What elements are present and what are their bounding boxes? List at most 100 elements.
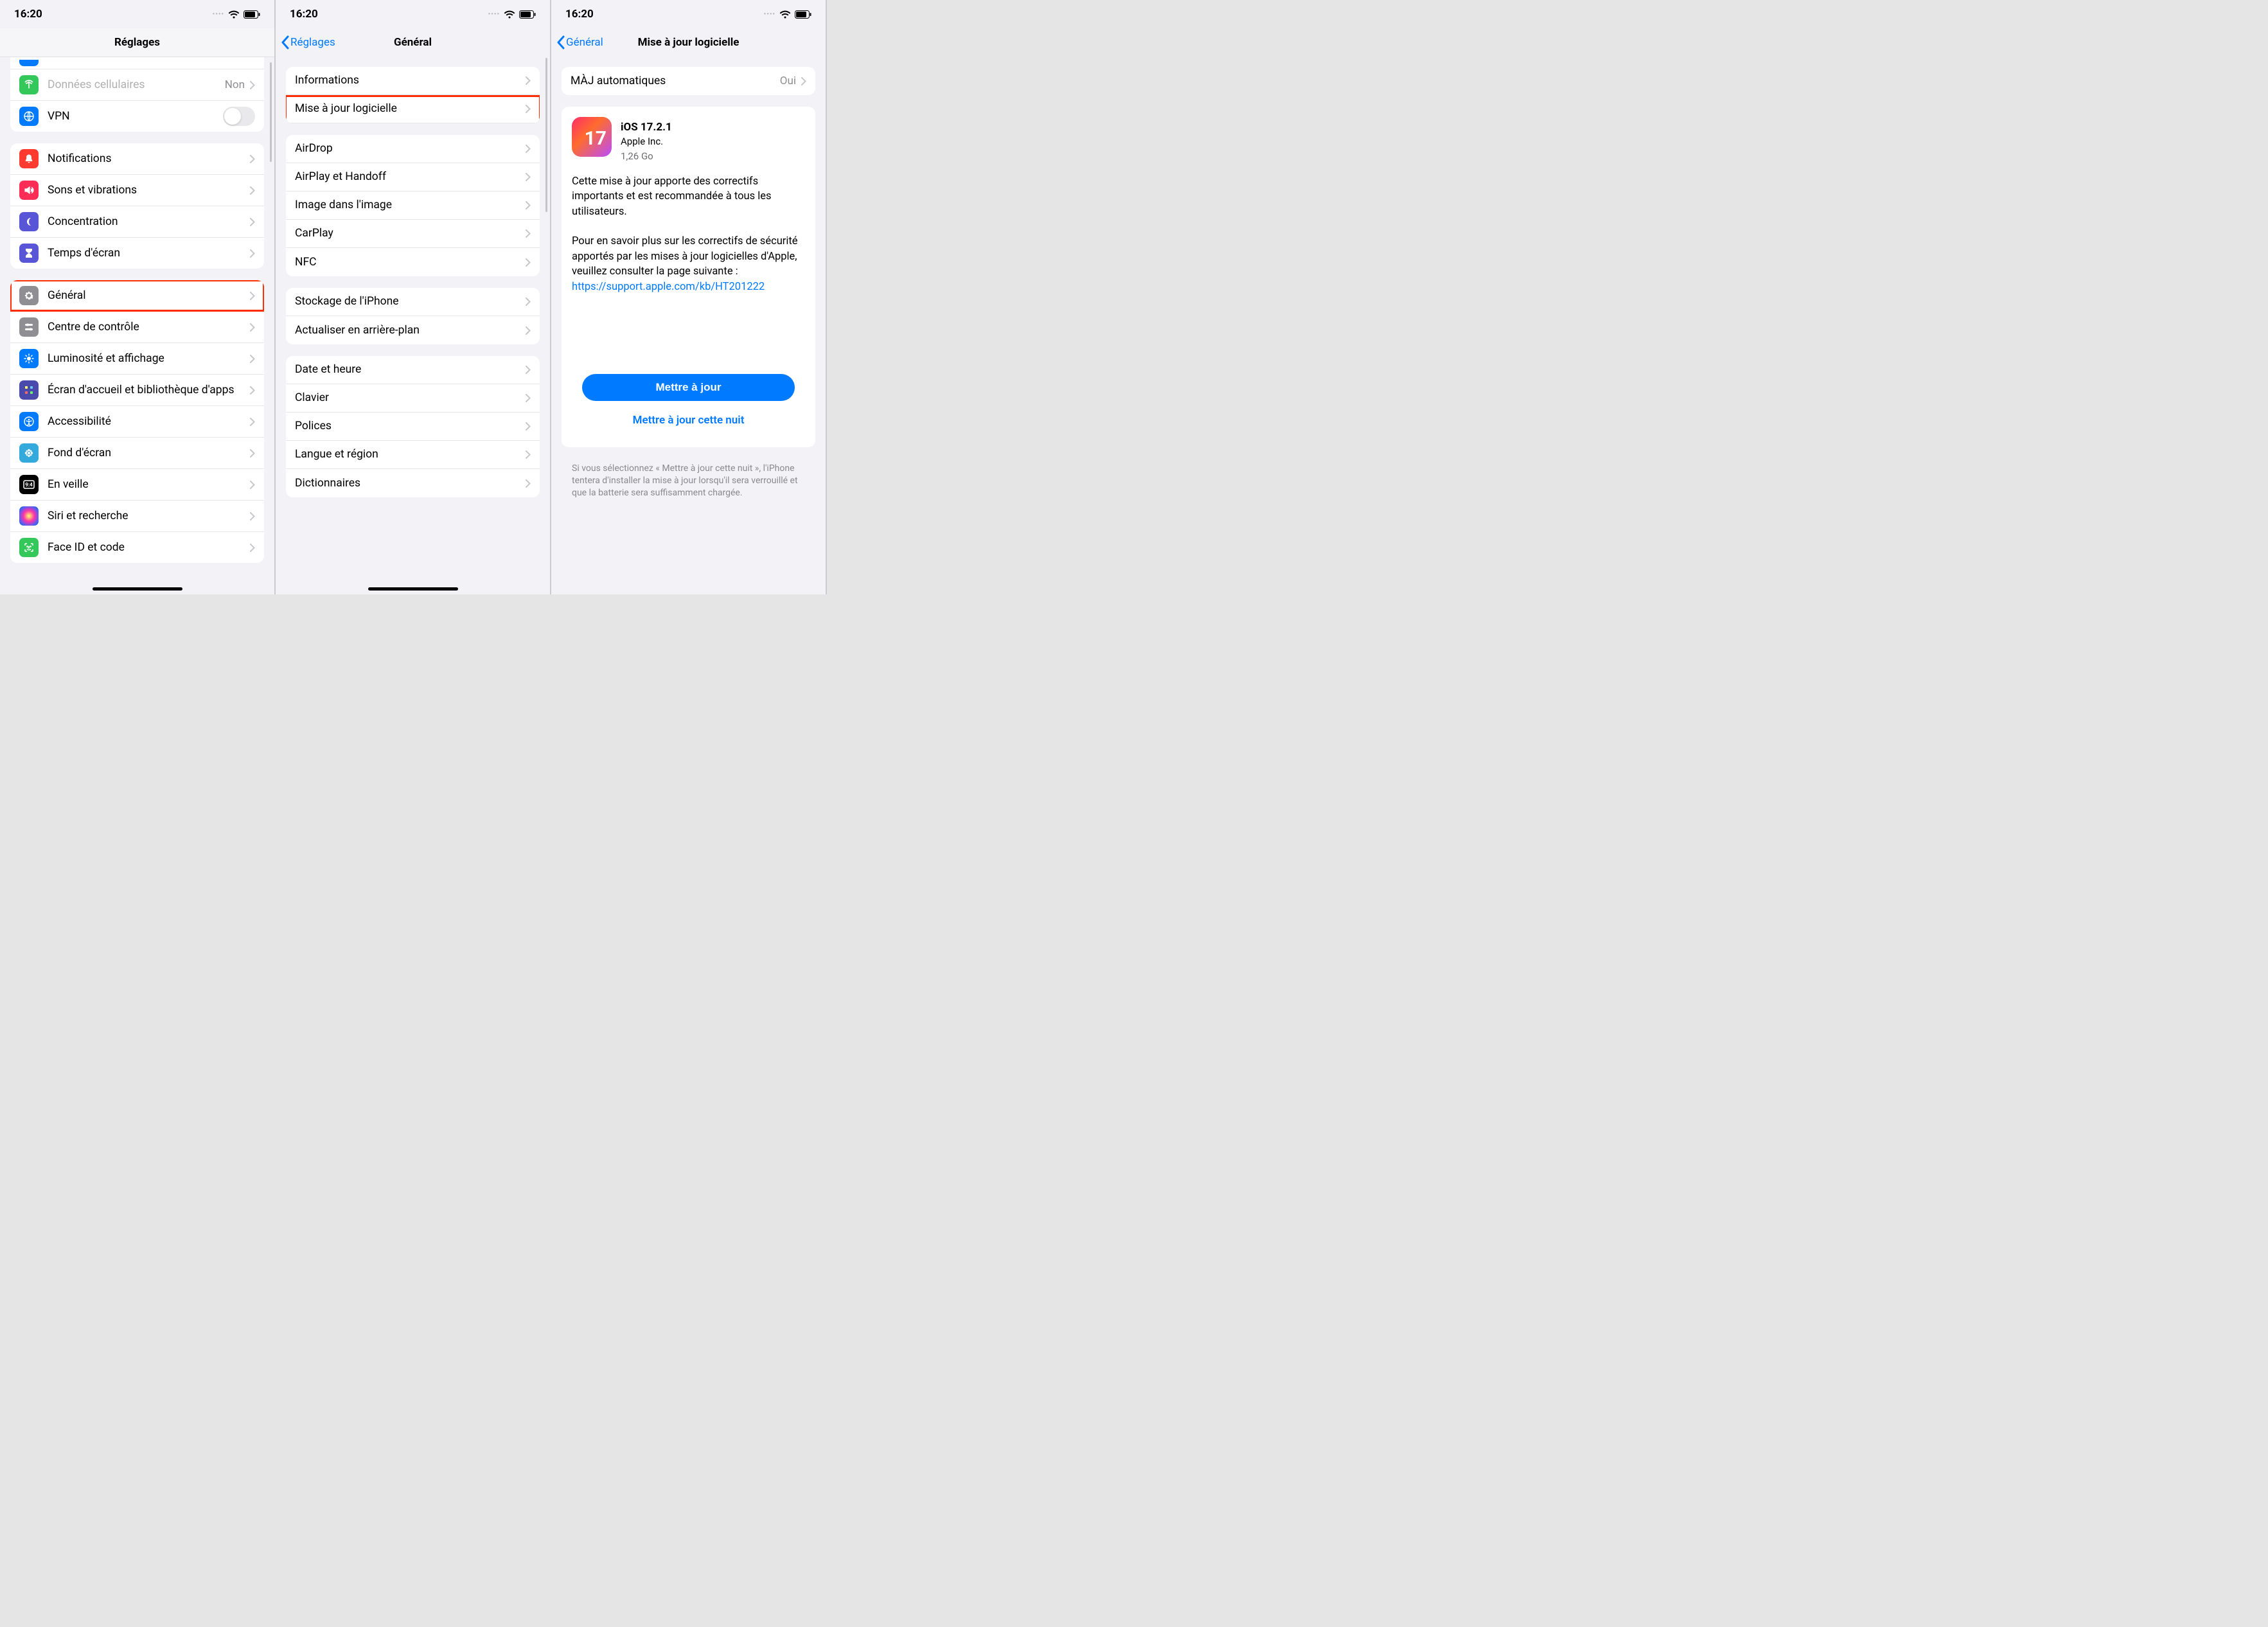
row-keyboard[interactable]: Clavier (286, 384, 540, 413)
chevron-right-icon (250, 292, 255, 300)
row-standby[interactable]: 9:4 En veille (10, 469, 264, 501)
row-home-screen[interactable]: Écran d'accueil et bibliothèque d'apps (10, 375, 264, 406)
apps-grid-icon (19, 380, 39, 400)
scrollbar[interactable] (545, 58, 547, 212)
siri-icon (19, 506, 39, 526)
row-faceid[interactable]: Face ID et code (10, 532, 264, 563)
update-desc-2: Pour en savoir plus sur les correctifs d… (572, 234, 805, 294)
chevron-right-icon (250, 218, 255, 226)
chevron-right-icon (526, 394, 531, 402)
row-label: Mise à jour logicielle (295, 102, 526, 116)
chevron-right-icon (250, 186, 255, 195)
chevron-right-icon (801, 77, 806, 85)
flower-icon (19, 443, 39, 463)
chevron-right-icon (250, 544, 255, 552)
phone-reglages: 16:20 •••• Réglages Données cellulaires … (0, 0, 276, 594)
row-label: Langue et région (295, 448, 526, 461)
vpn-toggle[interactable] (223, 107, 255, 126)
update-desc-1: Cette mise à jour apporte des correctifs… (572, 174, 805, 219)
group-general: Général Centre de contrôle Luminosité et… (10, 280, 264, 563)
back-button[interactable]: Réglages (281, 35, 335, 49)
group-auto-update: MÀJ automatiques Oui (562, 67, 815, 95)
update-now-button[interactable]: Mettre à jour (582, 374, 795, 401)
row-screentime[interactable]: Temps d'écran (10, 238, 264, 269)
row-auto-update[interactable]: MÀJ automatiques Oui (562, 67, 815, 95)
row-label: VPN (48, 110, 223, 123)
chevron-right-icon (526, 173, 531, 181)
row-label: Siri et recherche (48, 510, 250, 523)
row-label: Fond d'écran (48, 447, 250, 460)
update-card: 17 iOS 17.2.1 Apple Inc. 1,26 Go Cette m… (562, 107, 815, 447)
row-label: Centre de contrôle (48, 321, 250, 334)
row-pip[interactable]: Image dans l'image (286, 191, 540, 220)
row-wallpaper[interactable]: Fond d'écran (10, 438, 264, 469)
row-general[interactable]: Général (10, 280, 264, 312)
row-fonts[interactable]: Polices (286, 413, 540, 441)
chevron-right-icon (526, 105, 531, 113)
row-label: Dictionnaires (295, 477, 526, 490)
row-language[interactable]: Langue et région (286, 441, 540, 469)
wifi-icon (779, 10, 791, 19)
row-sounds[interactable]: Sons et vibrations (10, 175, 264, 206)
row-label: Accessibilité (48, 415, 250, 429)
update-tonight-button[interactable]: Mettre à jour cette nuit (572, 406, 805, 434)
back-label: Réglages (290, 36, 335, 49)
sun-icon (19, 349, 39, 368)
group-sharing: AirDrop AirPlay et Handoff Image dans l'… (286, 135, 540, 276)
antenna-icon (19, 75, 39, 94)
row-label: Informations (295, 74, 526, 87)
row-background-refresh[interactable]: Actualiser en arrière-plan (286, 316, 540, 344)
row-display[interactable]: Luminosité et affichage (10, 343, 264, 375)
row-cellular-data[interactable]: Données cellulaires Non (10, 69, 264, 101)
row-carplay[interactable]: CarPlay (286, 220, 540, 248)
row-nfc[interactable]: NFC (286, 248, 540, 276)
row-label: Notifications (48, 152, 250, 166)
chevron-right-icon (526, 229, 531, 238)
row-label: Général (48, 289, 250, 303)
hourglass-icon (19, 244, 39, 263)
row-label: Face ID et code (48, 541, 250, 555)
row-control-center[interactable]: Centre de contrôle (10, 312, 264, 343)
row-siri[interactable]: Siri et recherche (10, 501, 264, 532)
row-accessibility[interactable]: Accessibilité (10, 406, 264, 438)
moon-icon (19, 212, 39, 231)
page-title: Général (394, 36, 432, 49)
row-informations[interactable]: Informations (286, 67, 540, 95)
chevron-right-icon (250, 386, 255, 395)
release-notes-link[interactable]: https://support.apple.com/kb/HT201222 (572, 281, 765, 293)
cell-dots-icon: •••• (764, 11, 775, 18)
row-airdrop[interactable]: AirDrop (286, 135, 540, 163)
wifi-icon (504, 10, 515, 19)
row-notifications[interactable]: Notifications (10, 143, 264, 175)
row-label: Données cellulaires (48, 78, 225, 92)
row-label: Écran d'accueil et bibliothèque d'apps (48, 384, 250, 397)
row-vpn[interactable]: VPN (10, 101, 264, 132)
status-time: 16:20 (290, 8, 318, 21)
chevron-right-icon (250, 323, 255, 332)
row-storage[interactable]: Stockage de l'iPhone (286, 288, 540, 316)
scrollbar[interactable] (270, 62, 272, 162)
row-software-update[interactable]: Mise à jour logicielle (286, 95, 540, 123)
page-title: Mise à jour logicielle (638, 36, 740, 49)
back-button[interactable]: Général (556, 35, 603, 49)
status-time: 16:20 (14, 8, 42, 21)
chevron-right-icon (526, 201, 531, 209)
chevron-right-icon (526, 298, 531, 306)
row-focus[interactable]: Concentration (10, 206, 264, 238)
row-dictionaries[interactable]: Dictionnaires (286, 469, 540, 497)
row-airplay[interactable]: AirPlay et Handoff (286, 163, 540, 191)
navbar: Général Mise à jour logicielle (551, 28, 826, 57)
home-indicator[interactable] (93, 587, 182, 591)
row-label: AirDrop (295, 142, 526, 156)
phone-software-update: 16:20 •••• Général Mise à jour logiciell… (551, 0, 827, 594)
chevron-right-icon (250, 249, 255, 258)
row-label: CarPlay (295, 227, 526, 240)
row-date[interactable]: Date et heure (286, 356, 540, 384)
row-label: Sons et vibrations (48, 184, 250, 197)
row-label: MÀJ automatiques (571, 75, 780, 88)
home-indicator[interactable] (368, 587, 458, 591)
prev-row-peek-icon (19, 60, 39, 66)
face-id-icon (19, 538, 39, 557)
chevron-right-icon (526, 326, 531, 335)
status-bar: 16:20 •••• (551, 0, 826, 28)
